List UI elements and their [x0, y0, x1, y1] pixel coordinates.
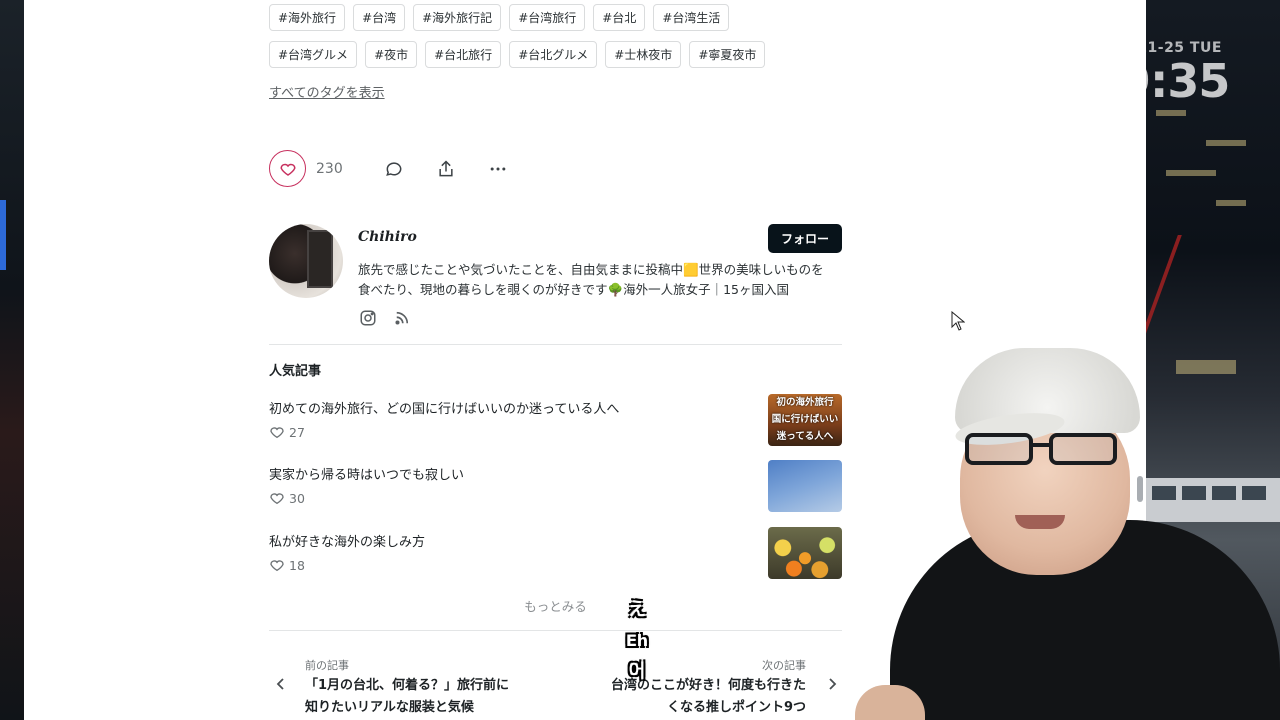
article-title[interactable]: 実家から帰る時はいつでも寂しい — [269, 464, 464, 483]
popular-articles: 人気記事 初めての海外旅行、どの国に行けばいいのか迷っている人へ 27 初の海外… — [269, 360, 842, 579]
article-title[interactable]: 初めての海外旅行、どの国に行けばいいのか迷っている人へ — [269, 398, 619, 417]
thumbnail-text: 迷ってる人へ — [776, 431, 834, 442]
more-options-icon[interactable] — [486, 157, 510, 181]
next-label: 次の記事 — [762, 659, 806, 672]
tag-chip[interactable]: #台北グルメ — [509, 41, 598, 68]
clock-time: 19:35 — [1088, 54, 1230, 108]
hoodie-logo — [985, 635, 1080, 690]
subtitle-line: え — [628, 599, 646, 620]
like-count: 27 — [289, 424, 305, 440]
tag-row: #海外旅行 #台湾 #海外旅行記 #台湾旅行 #台北 #台湾生活 — [269, 4, 842, 31]
chevron-right-icon — [826, 676, 838, 695]
tag-chip[interactable]: #台湾旅行 — [509, 4, 586, 31]
article-actions: 230 — [269, 150, 842, 187]
previous-label: 前の記事 — [305, 659, 349, 672]
avatar[interactable] — [269, 224, 343, 298]
like-button[interactable] — [269, 150, 306, 187]
instagram-icon[interactable] — [358, 308, 378, 328]
share-icon[interactable] — [434, 157, 458, 181]
tag-row: #台湾グルメ #夜市 #台北旅行 #台北グルメ #士林夜市 #寧夏夜市 — [269, 41, 842, 68]
tag-chip[interactable]: #台湾グルメ — [269, 41, 358, 68]
subtitle-line: 어 — [628, 661, 646, 682]
next-article-link[interactable]: 次の記事 台湾のここが好き！何度も行きた くなる推しポイント9つ — [572, 650, 842, 720]
heart-icon — [279, 163, 296, 176]
like-count: 18 — [289, 557, 305, 573]
list-item[interactable]: 実家から帰る時はいつでも寂しい 30 — [269, 460, 842, 512]
title-line: くなる推しポイント9つ — [666, 700, 806, 715]
heart-icon — [269, 557, 285, 573]
previous-article-link[interactable]: 前の記事 「1月の台北、何着る？」旅行前に 知りたいリアルな服装と気候 — [269, 650, 539, 720]
title-line: 「1月の台北、何着る？」旅行前に — [305, 678, 510, 693]
show-more-link[interactable]: もっとみる — [269, 596, 842, 615]
heart-icon — [269, 424, 285, 440]
article-thumbnail[interactable] — [768, 460, 842, 512]
thumbnail-text: 初の海外旅行 — [776, 397, 834, 408]
webcam-overlay — [855, 345, 1280, 720]
bio-line: 旅先で感じたことや気づいたことを、自由気ままに投稿中🟨世界の美味しいものを — [358, 262, 824, 277]
bio-line: 食べたり、現地の暮らしを覗くのが好きです🌳海外一人旅女子｜15ヶ国入国 — [358, 282, 789, 297]
tag-chip[interactable]: #海外旅行 — [269, 4, 346, 31]
author-name[interactable]: Chihiro — [358, 229, 417, 245]
tag-chip[interactable]: #夜市 — [365, 41, 418, 68]
list-item[interactable]: 初めての海外旅行、どの国に行けばいいのか迷っている人へ 27 初の海外旅行 国に… — [269, 394, 842, 446]
title-line: 知りたいリアルな服装と気候 — [305, 700, 474, 715]
divider — [269, 344, 842, 345]
author-bio: 旅先で感じたことや気づいたことを、自由気ままに投稿中🟨世界の美味しいものを 食べ… — [358, 260, 842, 300]
thumbnail-text: 国に行けばいい — [771, 414, 839, 425]
tag-list: #海外旅行 #台湾 #海外旅行記 #台湾旅行 #台北 #台湾生活 #台湾グルメ … — [269, 4, 842, 101]
article-thumbnail[interactable]: 初の海外旅行 国に行けばいい 迷ってる人へ — [768, 394, 842, 446]
tag-chip[interactable]: #台湾生活 — [653, 4, 730, 31]
previous-title: 「1月の台北、何着る？」旅行前に 知りたいリアルな服装と気候 — [305, 675, 509, 719]
show-all-tags-link[interactable]: すべてのタグを表示 — [269, 82, 385, 101]
author-profile: Chihiro フォロー 旅先で感じたことや気づいたことを、自由気ままに投稿中🟨… — [269, 222, 842, 332]
article-likes: 30 — [269, 490, 305, 506]
mouse-cursor-icon — [951, 310, 966, 335]
like-count: 230 — [316, 160, 343, 177]
like-count: 30 — [289, 490, 305, 506]
subtitle-line: Eh — [625, 631, 649, 650]
heart-icon — [269, 490, 285, 506]
tag-chip[interactable]: #台湾 — [353, 4, 406, 31]
section-title: 人気記事 — [269, 364, 322, 379]
background-left — [0, 0, 24, 720]
article-thumbnail[interactable] — [768, 527, 842, 579]
tag-chip[interactable]: #士林夜市 — [605, 41, 682, 68]
subtitles: え Eh 어 — [622, 594, 652, 687]
follow-button[interactable]: フォロー — [768, 224, 842, 253]
article-title[interactable]: 私が好きな海外の楽しみ方 — [269, 531, 425, 550]
social-links — [358, 308, 412, 328]
divider — [269, 630, 842, 631]
tag-chip[interactable]: #海外旅行記 — [413, 4, 502, 31]
comment-icon[interactable] — [382, 157, 406, 181]
tag-chip[interactable]: #台北 — [593, 4, 646, 31]
chevron-left-icon — [275, 676, 287, 695]
article-likes: 18 — [269, 557, 305, 573]
rss-icon[interactable] — [392, 308, 412, 328]
tag-chip[interactable]: #寧夏夜市 — [689, 41, 766, 68]
article-likes: 27 — [269, 424, 305, 440]
list-item[interactable]: 私が好きな海外の楽しみ方 18 — [269, 527, 842, 579]
tag-chip[interactable]: #台北旅行 — [425, 41, 502, 68]
